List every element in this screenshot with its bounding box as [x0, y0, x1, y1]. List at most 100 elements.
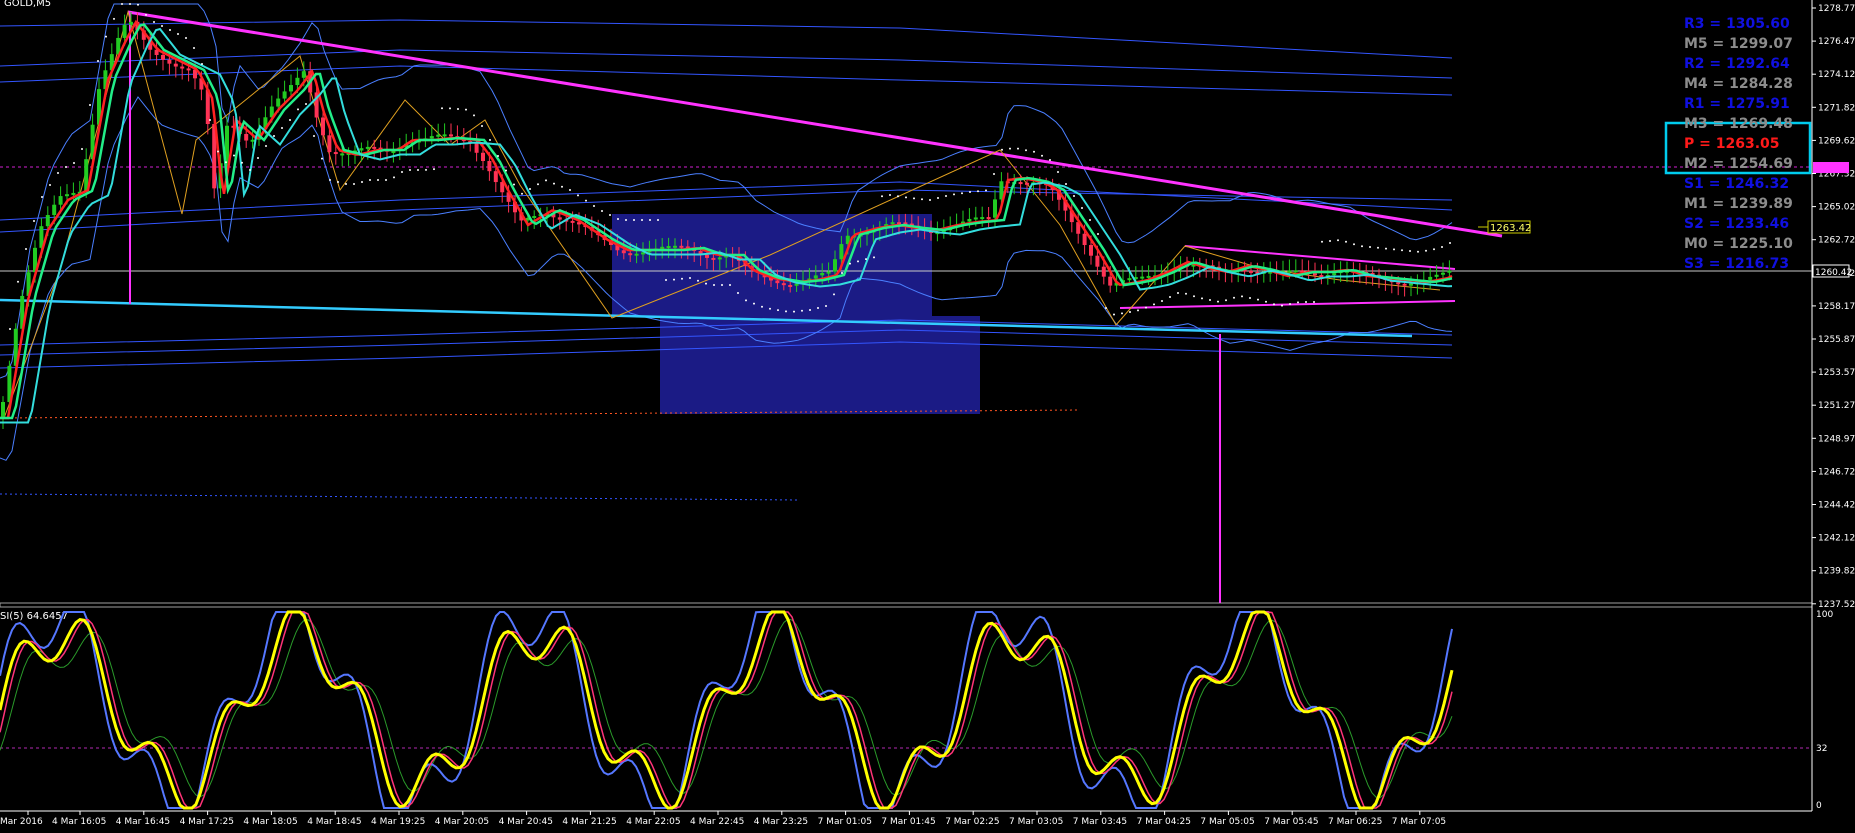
panel-splitter[interactable]	[0, 602, 1813, 608]
candle-body[interactable]	[1108, 276, 1113, 286]
candle-body[interactable]	[173, 63, 178, 67]
candle-body[interactable]	[711, 257, 716, 260]
candle-body[interactable]	[1319, 275, 1324, 278]
candle-body[interactable]	[1140, 276, 1145, 279]
candle-body[interactable]	[289, 85, 293, 92]
candle-body[interactable]	[1293, 270, 1298, 273]
candle-body[interactable]	[365, 146, 370, 149]
candle-body[interactable]	[660, 246, 665, 249]
candle-body[interactable]	[161, 54, 165, 60]
candle-body[interactable]	[833, 259, 837, 272]
candle-body[interactable]	[705, 254, 709, 258]
candle-body[interactable]	[532, 216, 537, 219]
time-axis[interactable]: Mar 2016 4 Mar 16:05 4 Mar 16:45 4 Mar 17:2…	[0, 811, 1446, 827]
candle-body[interactable]	[986, 217, 991, 220]
candle-body[interactable]	[1089, 245, 1093, 256]
candle-body[interactable]	[1095, 255, 1100, 267]
candle-body[interactable]	[250, 139, 255, 142]
candle-body[interactable]	[186, 68, 191, 71]
candle-body[interactable]	[449, 134, 453, 137]
candle-body[interactable]	[557, 217, 562, 220]
candle-body[interactable]	[1402, 283, 1407, 286]
candle-body[interactable]	[1146, 275, 1151, 278]
price-axis[interactable]: 1278.771276.471274.121271.821269.621267.…	[1812, 4, 1855, 610]
candle-body[interactable]	[65, 194, 69, 197]
candle-body[interactable]	[775, 280, 780, 284]
candle-body[interactable]	[897, 222, 901, 225]
candle-body[interactable]	[333, 152, 338, 155]
candle-body[interactable]	[129, 21, 133, 25]
candle-body[interactable]	[52, 204, 57, 216]
candle-body[interactable]	[474, 143, 479, 153]
candle-body[interactable]	[1313, 273, 1317, 276]
candle-body[interactable]	[1101, 266, 1106, 277]
candle-body[interactable]	[1025, 182, 1029, 185]
candle-body[interactable]	[666, 246, 671, 249]
candle-body[interactable]	[244, 133, 249, 141]
candle-body[interactable]	[794, 283, 799, 286]
candle-body[interactable]	[372, 146, 377, 149]
candle-body[interactable]	[481, 152, 485, 162]
candle-body[interactable]	[487, 161, 492, 172]
candle-body[interactable]	[679, 245, 684, 248]
candle-body[interactable]	[301, 71, 306, 78]
candle-body[interactable]	[45, 215, 50, 227]
sar-dot	[913, 197, 915, 200]
candle-body[interactable]	[1428, 276, 1433, 280]
candle-body[interactable]	[717, 257, 722, 260]
candle-body[interactable]	[180, 66, 185, 69]
candle-body[interactable]	[890, 222, 895, 225]
candle-body[interactable]	[1396, 282, 1401, 285]
sar-dot	[425, 168, 427, 171]
candle-body[interactable]	[967, 218, 972, 222]
candle-body[interactable]	[826, 271, 831, 274]
candle-body[interactable]	[1, 402, 5, 418]
candle-body[interactable]	[122, 24, 127, 38]
candle-body[interactable]	[1082, 233, 1087, 246]
candle-body[interactable]	[1127, 278, 1132, 281]
candle-body[interactable]	[436, 134, 441, 137]
candle-body[interactable]	[359, 148, 364, 151]
zone-rect-upper[interactable]	[612, 214, 932, 316]
candle-body[interactable]	[58, 196, 63, 205]
candle-body[interactable]	[781, 283, 786, 286]
candle-body[interactable]	[1287, 270, 1292, 273]
pivot-level-label: P = 1263.05	[1684, 136, 1780, 152]
candle-body[interactable]	[1018, 182, 1023, 185]
candle-body[interactable]	[167, 59, 172, 64]
sar-dot	[673, 278, 675, 281]
candle-body[interactable]	[282, 91, 287, 99]
candle-body[interactable]	[980, 217, 985, 220]
candle-body[interactable]	[276, 98, 281, 107]
candle-body[interactable]	[820, 272, 825, 276]
candle-body[interactable]	[295, 77, 300, 86]
candle-body[interactable]	[813, 275, 818, 279]
candle-body[interactable]	[1249, 270, 1253, 273]
candle-body[interactable]	[839, 244, 844, 260]
candle-body[interactable]	[673, 245, 677, 248]
candle-body[interactable]	[429, 136, 434, 139]
candle-body[interactable]	[442, 134, 447, 137]
candle-body[interactable]	[628, 253, 633, 256]
candle-body[interactable]	[391, 150, 396, 153]
candle-body[interactable]	[71, 192, 76, 195]
candle-body[interactable]	[1441, 272, 1445, 275]
candle-body[interactable]	[993, 199, 997, 218]
candle-body[interactable]	[621, 250, 626, 254]
candle-body[interactable]	[1409, 283, 1413, 286]
price-chart[interactable]: GOLD,M5 1263.42 R3 = 1305.60 M5 = 1299.07…	[0, 0, 1855, 829]
sar-dot	[305, 103, 307, 105]
candle-body[interactable]	[634, 253, 639, 256]
candle-body[interactable]	[788, 284, 793, 287]
candle-body[interactable]	[327, 135, 332, 153]
sar-dot	[1089, 219, 1091, 221]
candle-body[interactable]	[1447, 270, 1452, 273]
sar-dot	[801, 309, 803, 312]
candle-body[interactable]	[973, 217, 978, 220]
candle-body[interactable]	[493, 171, 498, 183]
candle-body[interactable]	[1434, 274, 1439, 277]
candle-body[interactable]	[321, 117, 325, 136]
candle-body[interactable]	[340, 153, 345, 156]
candle-body[interactable]	[570, 220, 575, 223]
candle-body[interactable]	[1332, 273, 1337, 276]
